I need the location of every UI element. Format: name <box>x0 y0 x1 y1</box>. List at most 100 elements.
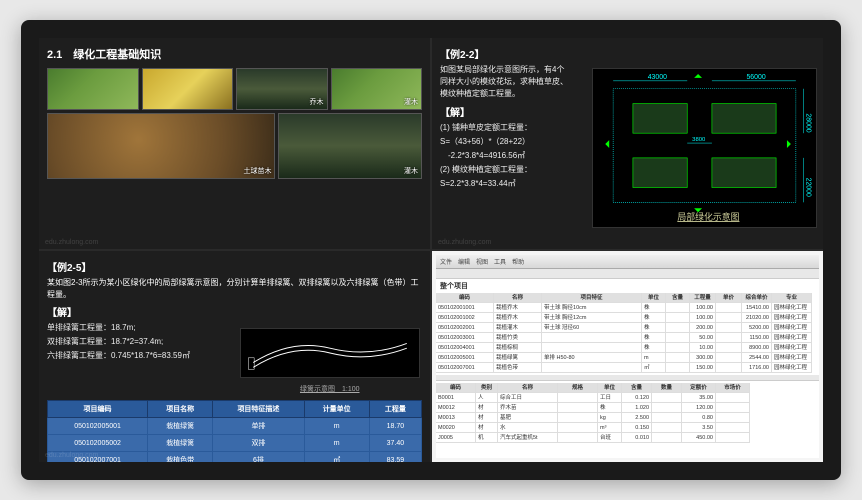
cell[interactable]: 综合工日 <box>498 393 558 403</box>
col-header[interactable]: 规格 <box>558 383 598 393</box>
cell[interactable]: 0.80 <box>682 413 716 423</box>
cell[interactable]: 工日 <box>598 393 622 403</box>
cell[interactable]: 1150.00 <box>742 333 772 343</box>
col-header[interactable]: 含量 <box>622 383 652 393</box>
cell[interactable] <box>542 343 642 353</box>
cell[interactable]: 栽植色带 <box>494 363 542 373</box>
cell[interactable]: 园林绿化工程 <box>772 323 812 333</box>
col-header[interactable]: 数量 <box>652 383 682 393</box>
cell[interactable] <box>558 433 598 443</box>
cell[interactable] <box>716 353 742 363</box>
col-header[interactable]: 单位 <box>598 383 622 393</box>
cell[interactable]: 100.00 <box>690 303 716 313</box>
cell[interactable]: J0005 <box>436 433 476 443</box>
cell[interactable]: 300.00 <box>690 353 716 363</box>
cell[interactable]: 汽车式起重机5t <box>498 433 558 443</box>
cell[interactable]: 栽植棕榈 <box>494 343 542 353</box>
cell[interactable]: 株 <box>598 403 622 413</box>
cell[interactable]: 水 <box>498 423 558 433</box>
cell[interactable] <box>652 433 682 443</box>
cell[interactable] <box>652 393 682 403</box>
menu-help[interactable]: 帮助 <box>512 257 524 266</box>
cell[interactable] <box>558 413 598 423</box>
col-header[interactable]: 含量 <box>666 293 690 303</box>
cell[interactable] <box>666 363 690 373</box>
cell[interactable] <box>666 303 690 313</box>
cell[interactable]: 台班 <box>598 433 622 443</box>
col-header[interactable]: 名称 <box>498 383 558 393</box>
cell[interactable]: 园林绿化工程 <box>772 333 812 343</box>
col-header[interactable]: 单位 <box>642 293 666 303</box>
cell[interactable]: 0.010 <box>622 433 652 443</box>
cell[interactable]: 单排 H50-80 <box>542 353 642 363</box>
cell[interactable]: 栽植灌木 <box>494 323 542 333</box>
cell[interactable]: 2544.00 <box>742 353 772 363</box>
cell[interactable]: 基肥 <box>498 413 558 423</box>
cell[interactable]: 050102003001 <box>436 333 494 343</box>
cell[interactable]: 15410.00 <box>742 303 772 313</box>
cell[interactable]: 株 <box>642 333 666 343</box>
cell[interactable]: 120.00 <box>682 403 716 413</box>
cell[interactable]: 带土球 胸径10cm <box>542 303 642 313</box>
cell[interactable]: 050102001002 <box>436 313 494 323</box>
cell[interactable]: 栽植乔木 <box>494 303 542 313</box>
cell[interactable] <box>666 313 690 323</box>
col-header[interactable]: 名称 <box>494 293 542 303</box>
cell[interactable]: 8900.00 <box>742 343 772 353</box>
cell[interactable] <box>716 413 750 423</box>
cell[interactable]: 带土球 冠径60 <box>542 323 642 333</box>
cell[interactable]: 园林绿化工程 <box>772 363 812 373</box>
cell[interactable] <box>716 433 750 443</box>
col-header[interactable]: 单价 <box>716 293 742 303</box>
cell[interactable]: 150.00 <box>690 363 716 373</box>
cell[interactable]: 3.50 <box>682 423 716 433</box>
cell[interactable] <box>542 363 642 373</box>
cell[interactable]: 园林绿化工程 <box>772 303 812 313</box>
col-header[interactable]: 市场价 <box>716 383 750 393</box>
cell[interactable] <box>716 323 742 333</box>
cell[interactable]: 株 <box>642 343 666 353</box>
cell[interactable]: 材 <box>476 403 498 413</box>
menu-file[interactable]: 文件 <box>440 257 452 266</box>
col-header[interactable]: 综合单价 <box>742 293 772 303</box>
cell[interactable]: 园林绿化工程 <box>772 343 812 353</box>
cell[interactable] <box>558 403 598 413</box>
cell[interactable] <box>716 313 742 323</box>
col-header[interactable]: 专业 <box>772 293 812 303</box>
cell[interactable] <box>666 343 690 353</box>
cell[interactable]: 带土球 胸径12cm <box>542 313 642 323</box>
col-header[interactable]: 类别 <box>476 383 498 393</box>
cell[interactable]: 栽植乔木 <box>494 313 542 323</box>
cell[interactable]: 乔木苗 <box>498 403 558 413</box>
cell[interactable]: 栽植绿篱 <box>494 353 542 363</box>
cell[interactable]: 1716.00 <box>742 363 772 373</box>
cell[interactable]: 050102002001 <box>436 323 494 333</box>
cell[interactable] <box>716 333 742 343</box>
cell[interactable]: M0013 <box>436 413 476 423</box>
cell[interactable] <box>716 363 742 373</box>
cell[interactable] <box>666 353 690 363</box>
top-grid[interactable]: 编码名称项目特征单位含量工程量单价综合单价专业050102001001栽植乔木带… <box>436 293 819 373</box>
cell[interactable]: 050102004001 <box>436 343 494 353</box>
cell[interactable]: 1.020 <box>622 403 652 413</box>
cell[interactable]: ㎡ <box>642 363 666 373</box>
cell[interactable]: 100.00 <box>690 313 716 323</box>
cell[interactable] <box>652 413 682 423</box>
cell[interactable]: 35.00 <box>682 393 716 403</box>
cell[interactable]: 园林绿化工程 <box>772 353 812 363</box>
cell[interactable]: 机 <box>476 433 498 443</box>
cell[interactable]: 050102001001 <box>436 303 494 313</box>
cell[interactable] <box>716 393 750 403</box>
cell[interactable] <box>666 323 690 333</box>
cell[interactable] <box>652 403 682 413</box>
cell[interactable] <box>666 333 690 343</box>
cell[interactable]: 株 <box>642 303 666 313</box>
cell[interactable]: 10.00 <box>690 343 716 353</box>
cell[interactable]: 株 <box>642 323 666 333</box>
menu-tool[interactable]: 工具 <box>494 257 506 266</box>
cell[interactable] <box>558 423 598 433</box>
col-header[interactable]: 工程量 <box>690 293 716 303</box>
menu-view[interactable]: 视图 <box>476 257 488 266</box>
cell[interactable] <box>652 423 682 433</box>
cell[interactable]: m <box>642 353 666 363</box>
